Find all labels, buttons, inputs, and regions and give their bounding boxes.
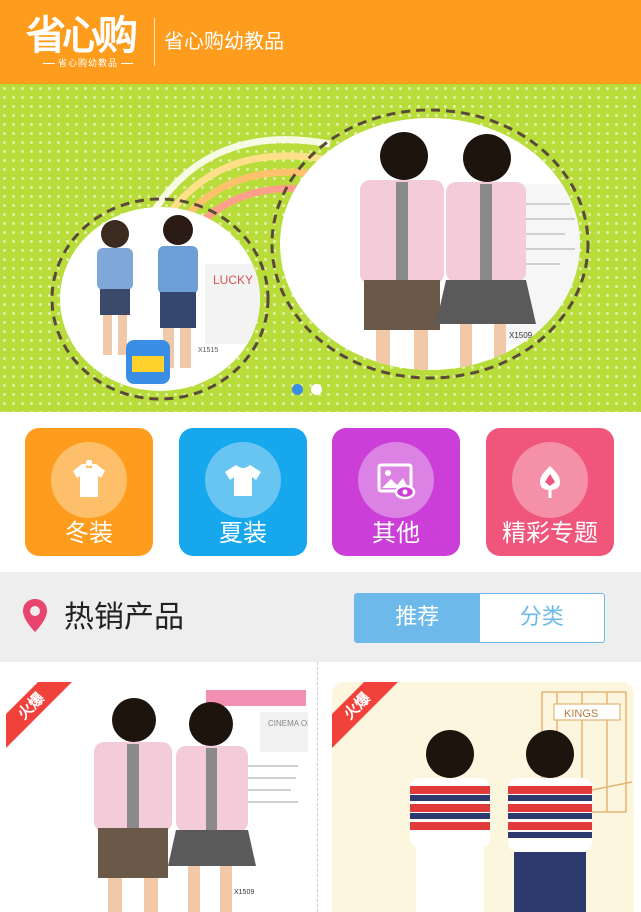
tab-category[interactable]: 分类: [480, 594, 605, 642]
carousel-dot-1[interactable]: [292, 384, 303, 395]
category-icon-circle: [358, 442, 434, 518]
product-card[interactable]: KINGS est: [332, 682, 634, 912]
poster-text: CINEMA OF LOVE: [268, 719, 308, 728]
category-icon-circle: [51, 442, 127, 518]
hot-badge: 火爆: [332, 682, 402, 752]
banner-artwork: LUCKY X1515 X1509: [50, 108, 590, 401]
logo-subtitle: 省心购幼教品: [40, 56, 136, 69]
location-pin-icon: [23, 599, 47, 632]
price-tag-right: X1509: [509, 331, 533, 340]
carousel-indicators[interactable]: [292, 384, 322, 395]
header-title: 省心购幼教品: [164, 29, 284, 53]
category-icon-circle: [512, 442, 588, 518]
category-label: 冬装: [65, 519, 113, 547]
grid-divider: [317, 662, 318, 912]
category-label: 精彩专题: [502, 519, 598, 547]
carousel-dot-2[interactable]: [311, 384, 322, 395]
category-label: 其他: [372, 519, 420, 547]
poster-text: KINGS: [564, 708, 598, 720]
category-icon-circle: [205, 442, 281, 518]
hot-badge: 火爆: [6, 682, 76, 752]
segmented-control: 推荐 分类: [354, 593, 605, 643]
shirt-icon: [73, 460, 105, 497]
logo-glyphs: 省心购: [26, 13, 138, 59]
brand-logo[interactable]: 省心购 省心购幼教品: [26, 14, 142, 70]
header-divider: [154, 18, 155, 66]
category-other-button[interactable]: 其他: [332, 428, 460, 556]
hot-badge-label: 火爆: [332, 682, 402, 752]
price-tag: X1509: [234, 889, 254, 896]
product-grid: CINEMA OF LOVE X1509 火爆: [0, 662, 641, 912]
hot-badge-label: 火爆: [6, 682, 76, 752]
category-featured-button[interactable]: 精彩专题: [486, 428, 614, 556]
tshirt-icon: [225, 465, 261, 496]
category-winter-button[interactable]: 冬装: [25, 428, 153, 556]
category-label: 夏装: [219, 519, 267, 547]
hot-products-header: 热销产品 推荐 分类: [0, 572, 641, 662]
brand-text: LUCKY: [213, 273, 253, 287]
category-summer-button[interactable]: 夏装: [179, 428, 307, 556]
image-icon: [377, 463, 416, 500]
app-header: 省心购 省心购幼教品 省心购幼教品: [0, 0, 641, 84]
price-tag-left: X1515: [198, 347, 218, 354]
category-grid: 冬装 夏装 其他 精彩专题: [0, 412, 641, 572]
section-title: 热销产品: [64, 600, 184, 635]
tab-recommended[interactable]: 推荐: [355, 594, 480, 642]
product-card[interactable]: CINEMA OF LOVE X1509 火爆: [6, 682, 308, 912]
promo-banner[interactable]: LUCKY X1515 X1509: [0, 84, 641, 412]
flower-icon: [540, 466, 560, 498]
